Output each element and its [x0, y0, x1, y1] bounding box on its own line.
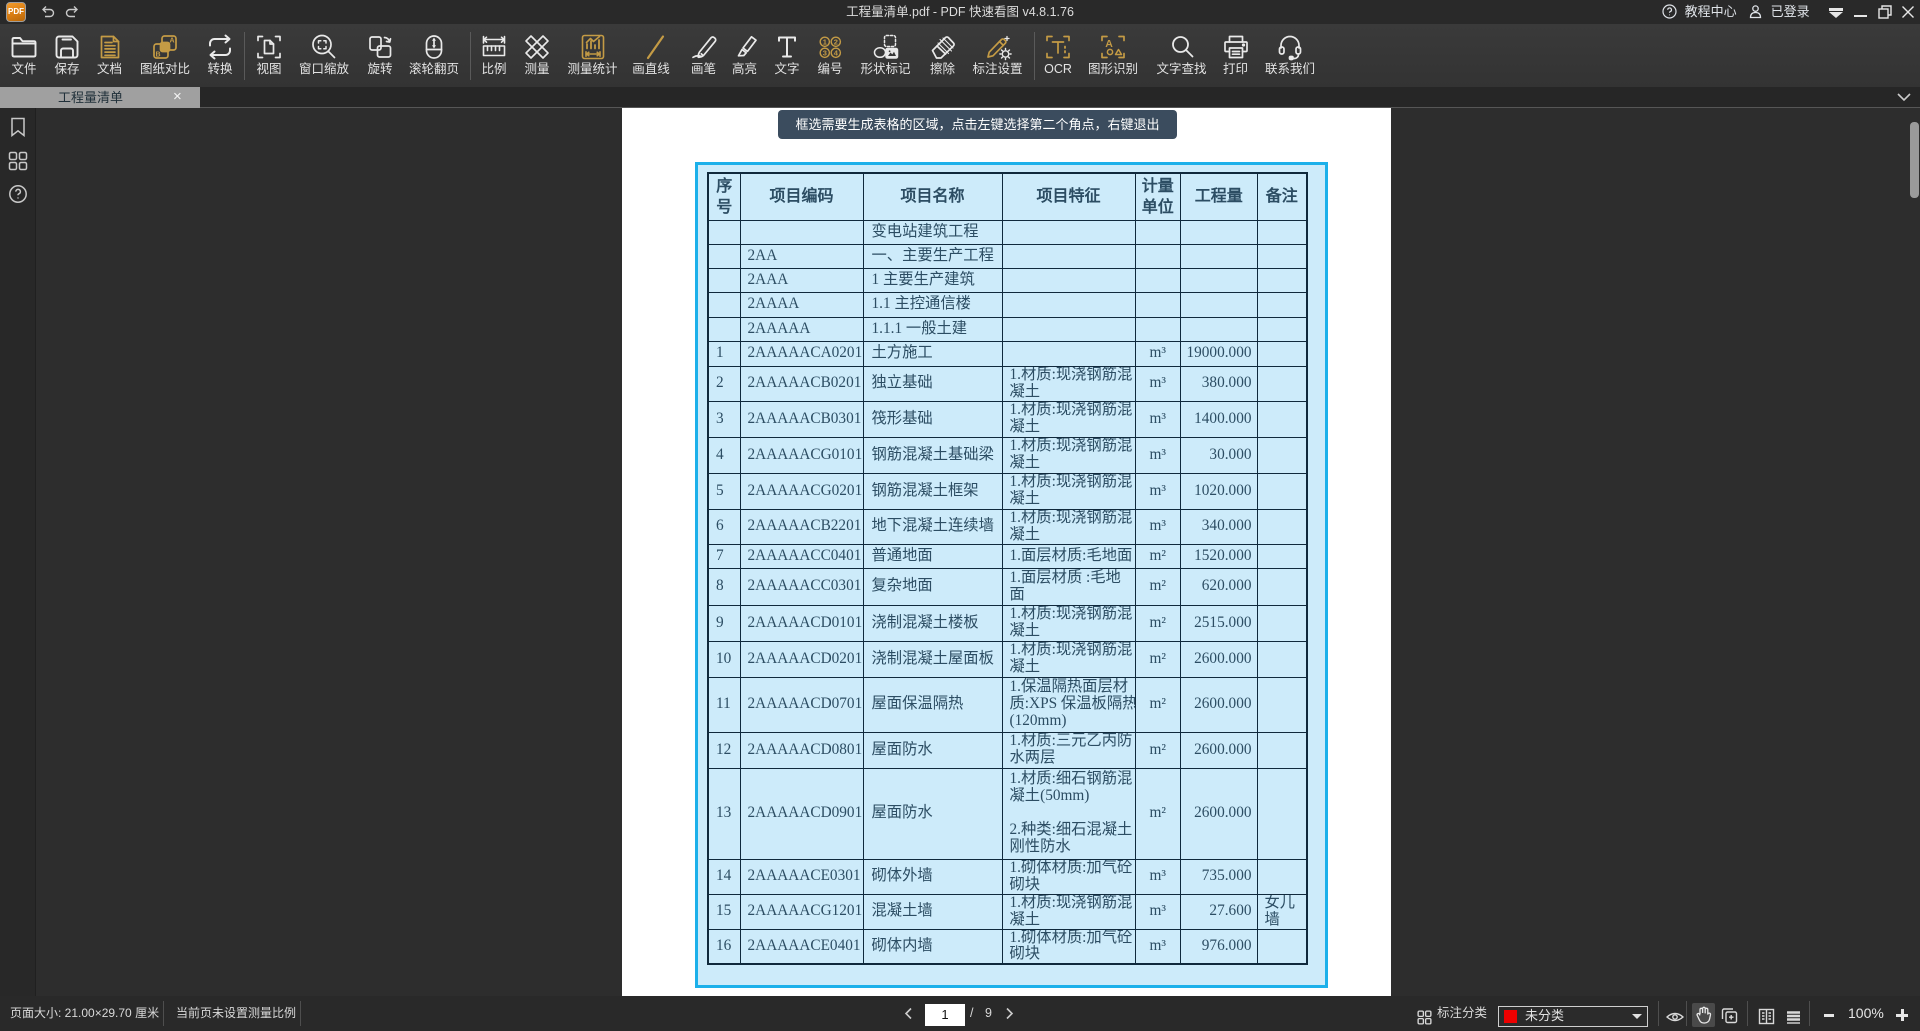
svg-text:3: 3 [823, 49, 827, 58]
svg-text:A: A [169, 38, 174, 45]
svg-text:A: A [1105, 38, 1113, 50]
svg-text:B: B [155, 52, 160, 59]
svg-text:1: 1 [823, 38, 827, 47]
svg-text:2: 2 [834, 38, 838, 47]
